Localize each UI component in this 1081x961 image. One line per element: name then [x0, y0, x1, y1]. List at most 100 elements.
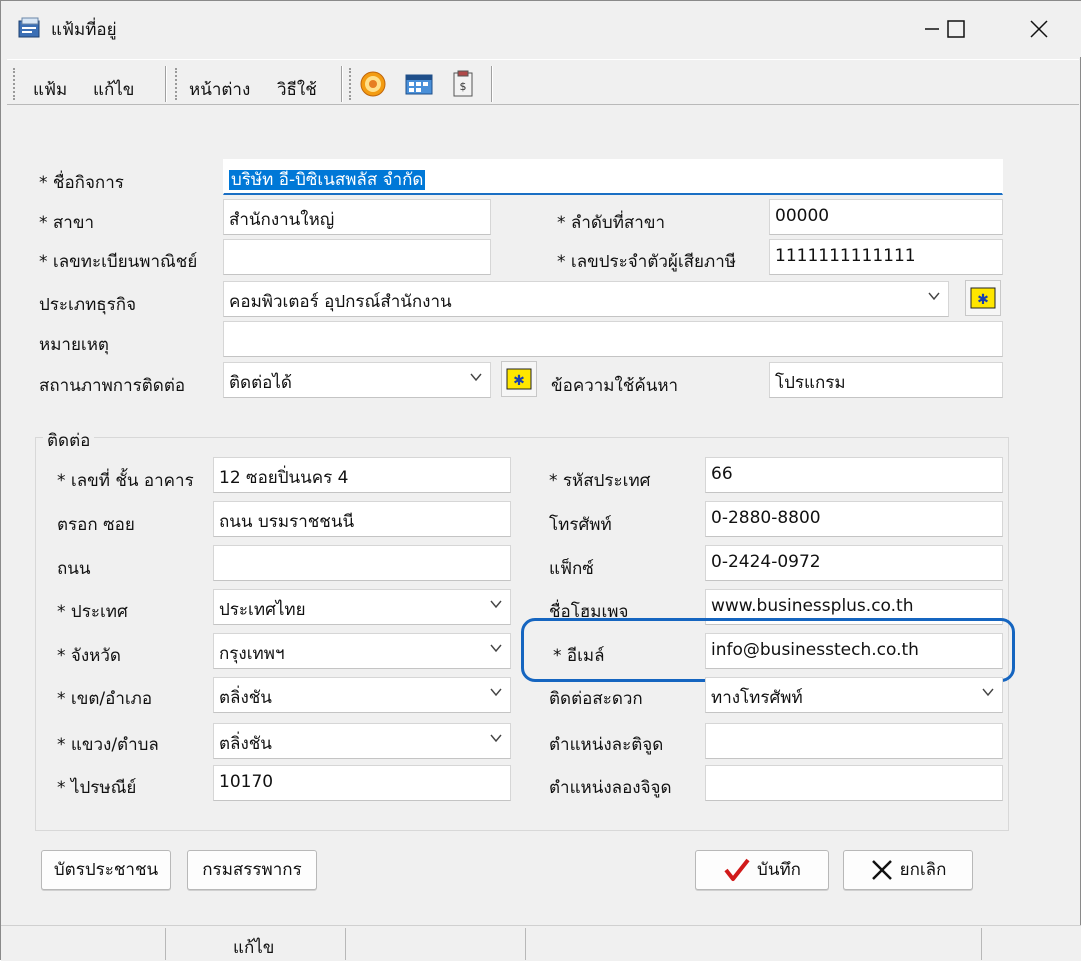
toolbar-separator	[491, 66, 493, 102]
toolbar-separator	[341, 66, 343, 102]
chevron-down-icon	[490, 600, 502, 609]
chevron-down-icon	[470, 373, 482, 382]
clipboard-icon[interactable]: $	[447, 70, 479, 98]
country-value: ประเทศไทย	[219, 600, 306, 620]
chevron-down-icon	[490, 734, 502, 743]
menu-window[interactable]: หน้าต่าง	[189, 76, 250, 103]
status-divider	[165, 928, 166, 960]
district-label: * เขต/อำเภอ	[57, 689, 153, 709]
preferred-contact-value: ทางโทรศัพท์	[711, 688, 803, 708]
title-bar[interactable]: แฟ้มที่อยู่	[1, 1, 1081, 57]
status-divider	[981, 928, 982, 960]
app-icon	[18, 17, 40, 38]
postcode-input[interactable]: 10170	[213, 765, 511, 801]
chevron-down-icon	[928, 292, 940, 301]
svg-text:✱: ✱	[513, 373, 525, 389]
close-icon	[1030, 20, 1048, 38]
fax-label: แฟ็กซ์	[549, 559, 594, 579]
branch-input[interactable]: สำนักงานใหญ่	[223, 199, 491, 235]
address-no-label: * เลขที่ ชั้น อาคาร	[57, 471, 194, 491]
business-type-lookup-button[interactable]: ✱	[965, 280, 1001, 316]
road-input[interactable]	[213, 545, 511, 581]
province-select[interactable]: กรุงเทพฯ	[213, 633, 511, 669]
form-area: * ชื่อกิจการ บริษัท อี-บิซิเนสพลัส จำกัด…	[7, 105, 1079, 831]
contact-status-lookup-button[interactable]: ✱	[501, 361, 537, 397]
chevron-down-icon	[490, 644, 502, 653]
latitude-label: ตำแหน่งละติจูด	[549, 735, 664, 755]
subdistrict-value: ตลิ่งชัน	[219, 734, 272, 754]
province-label: * จังหวัด	[57, 646, 121, 666]
phone-input[interactable]: 0-2880-8800	[705, 501, 1003, 537]
maximize-button[interactable]	[933, 11, 979, 47]
save-label: บันทึก	[757, 860, 801, 880]
toolbar-grip[interactable]	[349, 68, 353, 100]
id-card-button[interactable]: บัตรประชาชน	[41, 850, 171, 890]
commerce-reg-label: * เลขทะเบียนพาณิชย์	[39, 252, 198, 272]
longitude-input[interactable]	[705, 765, 1003, 801]
commerce-reg-input[interactable]	[223, 239, 491, 275]
note-input[interactable]	[223, 321, 1003, 357]
menu-file[interactable]: แฟ้ม	[33, 76, 67, 103]
fax-input[interactable]: 0-2424-0972	[705, 545, 1003, 581]
contact-status-value: ติดต่อได้	[229, 373, 292, 393]
contact-status-select[interactable]: ติดต่อได้	[223, 362, 491, 398]
subdistrict-select[interactable]: ตลิ่งชัน	[213, 723, 511, 759]
calendar-icon[interactable]	[403, 70, 435, 98]
status-divider	[525, 928, 526, 960]
email-label: * อีเมล์	[553, 646, 605, 666]
toolbar-separator	[165, 66, 167, 102]
toolbar-grip[interactable]	[13, 68, 17, 100]
save-button[interactable]: บันทึก	[695, 850, 829, 890]
chevron-down-icon	[982, 688, 994, 697]
country-select[interactable]: ประเทศไทย	[213, 589, 511, 625]
folder-star-icon: ✱	[970, 287, 996, 309]
contact-group-title: ติดต่อ	[43, 427, 95, 454]
address-file-window: แฟ้มที่อยู่ แฟ้ม แก้ไข หน้าต่าง วิธีใช้	[0, 0, 1081, 961]
branch-no-label: * ลำดับที่สาขา	[557, 213, 665, 233]
toolbar-grip[interactable]	[175, 68, 179, 100]
business-type-value: คอมพิวเตอร์ อุปกรณ์สำนักงาน	[229, 292, 452, 312]
country-code-label: * รหัสประเทศ	[549, 471, 651, 491]
note-label: หมายเหตุ	[39, 335, 109, 355]
business-name-label: * ชื่อกิจการ	[39, 173, 124, 193]
menu-help[interactable]: วิธีใช้	[277, 76, 317, 103]
status-divider	[345, 928, 346, 960]
email-input[interactable]: info@businesstech.co.th	[705, 633, 1003, 669]
status-mode: แก้ไข	[233, 938, 275, 958]
tax-id-input[interactable]: 1111111111111	[769, 239, 1003, 275]
phone-label: โทรศัพท์	[549, 515, 612, 535]
menu-toolbar: แฟ้ม แก้ไข หน้าต่าง วิธีใช้ $	[7, 59, 1079, 105]
menu-edit[interactable]: แก้ไข	[93, 76, 134, 103]
province-value: กรุงเทพฯ	[219, 644, 285, 664]
tax-id-label: * เลขประจำตัวผู้เสียภาษี	[557, 252, 736, 272]
business-name-value: บริษัท อี-บิซิเนสพลัส จำกัด	[229, 170, 426, 190]
postcode-label: * ไปรษณีย์	[57, 778, 137, 798]
district-select[interactable]: ตลิ่งชัน	[213, 677, 511, 713]
country-label: * ประเทศ	[57, 602, 128, 622]
window-title: แฟ้มที่อยู่	[51, 20, 117, 40]
subdistrict-label: * แขวง/ตำบล	[57, 735, 159, 755]
revenue-department-button[interactable]: กรมสรรพากร	[187, 850, 317, 890]
folder-star-icon: ✱	[506, 368, 532, 390]
target-icon[interactable]	[357, 70, 389, 98]
preferred-contact-select[interactable]: ทางโทรศัพท์	[705, 677, 1003, 713]
preferred-contact-label: ติดต่อสะดวก	[549, 689, 643, 709]
business-name-input[interactable]: บริษัท อี-บิซิเนสพลัส จำกัด	[223, 159, 1003, 195]
longitude-label: ตำแหน่งลองจิจูด	[549, 778, 672, 798]
contact-status-label: สถานภาพการติดต่อ	[39, 376, 186, 396]
lane-input[interactable]: ถนน บรมราชชนนี	[213, 501, 511, 537]
cancel-button[interactable]: ยกเลิก	[843, 850, 973, 890]
country-code-input[interactable]: 66	[705, 457, 1003, 493]
maximize-icon	[947, 20, 965, 38]
address-no-input[interactable]: 12 ซอยปิ่นนคร 4	[213, 457, 511, 493]
business-type-label: ประเภทธุรกิจ	[39, 295, 137, 315]
search-text-input[interactable]: โปรแกรม	[769, 362, 1003, 398]
branch-no-input[interactable]: 00000	[769, 199, 1003, 235]
status-bar: แก้ไข	[1, 925, 1081, 961]
search-text-label: ข้อความใช้ค้นหา	[551, 376, 679, 396]
latitude-input[interactable]	[705, 723, 1003, 759]
close-button[interactable]	[1016, 11, 1062, 47]
lane-label: ตรอก ซอย	[57, 515, 135, 535]
business-type-select[interactable]: คอมพิวเตอร์ อุปกรณ์สำนักงาน	[223, 281, 949, 317]
chevron-down-icon	[490, 688, 502, 697]
